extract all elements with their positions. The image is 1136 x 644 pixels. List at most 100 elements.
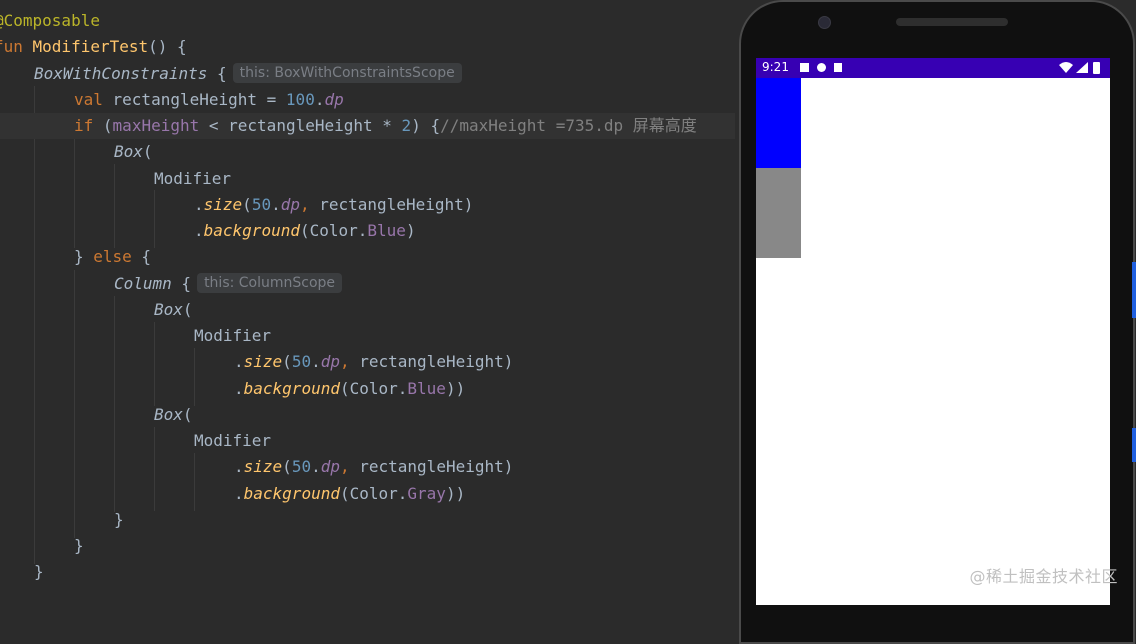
- code-line-5-current[interactable]: if (maxHeight < rectangleHeight * 2) {//…: [0, 113, 735, 139]
- property-token: Blue: [407, 379, 446, 398]
- code-token: (: [242, 195, 252, 214]
- number-token: 50: [291, 457, 312, 476]
- number-token: 2: [401, 116, 412, 135]
- code-line-22[interactable]: }: [34, 559, 44, 585]
- code-line-12[interactable]: Box(: [154, 297, 193, 323]
- front-camera: [818, 16, 831, 29]
- code-line-15[interactable]: .background(Color.Blue)): [234, 376, 465, 402]
- punctuation-token: ,: [339, 457, 360, 476]
- keyword-token: else: [93, 247, 132, 266]
- blue-box: [756, 78, 801, 168]
- status-bar: 9:21: [756, 58, 1110, 78]
- status-time: 9:21: [762, 60, 789, 74]
- indent-guide: [74, 138, 75, 248]
- status-icons-right: [1058, 61, 1104, 75]
- code-token: (: [282, 352, 292, 371]
- code-line-21[interactable]: }: [74, 533, 84, 559]
- code-token: }: [74, 536, 84, 555]
- code-token: < rectangleHeight *: [199, 116, 402, 135]
- code-line-17[interactable]: Modifier: [194, 428, 271, 454]
- code-line-9[interactable]: .background(Color.Blue): [194, 218, 416, 244]
- code-token: Modifier: [194, 326, 272, 345]
- composable-call-token: Box: [114, 142, 143, 161]
- property-token: Gray: [407, 484, 446, 503]
- code-token: Modifier: [154, 169, 232, 188]
- code-line-8[interactable]: .size(50.dp, rectangleHeight): [194, 192, 473, 218]
- code-token: (: [142, 142, 153, 161]
- code-token: .: [194, 195, 204, 214]
- code-line-6[interactable]: Box(: [114, 139, 153, 165]
- annotation-token: @Composable: [0, 11, 100, 30]
- keyword-token: if: [74, 116, 103, 135]
- unit-token: dp: [324, 90, 344, 109]
- indent-guide: [194, 348, 195, 406]
- code-token: rectangleHeight): [359, 457, 514, 476]
- extension-call-token: background: [243, 379, 340, 398]
- keyword-token: fun: [0, 37, 23, 56]
- gray-box: [756, 168, 801, 258]
- code-token: .: [271, 195, 281, 214]
- code-line-2[interactable]: fun ModifierTest() {: [0, 34, 187, 60]
- code-line-7[interactable]: Modifier: [154, 166, 231, 192]
- extension-call-token: background: [203, 221, 300, 240]
- composable-call-token: BoxWithConstraints: [34, 64, 208, 83]
- extension-call-token: size: [243, 457, 283, 476]
- code-token: Modifier: [194, 431, 272, 450]
- power-button[interactable]: [1132, 262, 1136, 318]
- code-line-18[interactable]: .size(50.dp, rectangleHeight): [234, 454, 513, 480]
- code-line-11[interactable]: Column { this: ColumnScope: [114, 271, 343, 297]
- composable-call-token: Box: [154, 300, 183, 319]
- code-line-14[interactable]: .size(50.dp, rectangleHeight): [234, 349, 513, 375]
- code-token: {: [171, 274, 192, 293]
- code-token: .: [234, 379, 244, 398]
- code-token: )): [445, 379, 466, 398]
- code-line-16[interactable]: Box(: [154, 402, 193, 428]
- code-token: (Color.: [339, 379, 408, 398]
- code-token: rectangleHeight): [319, 195, 474, 214]
- indent-guide: [154, 427, 155, 511]
- watermark: @稀土掘金技术社区: [969, 567, 1118, 586]
- function-name-token: ModifierTest: [32, 37, 149, 56]
- code-editor[interactable]: @Composable fun ModifierTest() { BoxWith…: [0, 0, 735, 605]
- indent-guide: [194, 453, 195, 511]
- punctuation-token: ,: [299, 195, 320, 214]
- device-screen[interactable]: 9:21: [756, 58, 1110, 605]
- code-token: {: [131, 247, 152, 266]
- code-token: rectangleHeight): [359, 352, 514, 371]
- composable-call-token: Column: [114, 274, 172, 293]
- number-token: 100: [285, 90, 315, 109]
- unit-token: dp: [280, 195, 300, 214]
- code-line-13[interactable]: Modifier: [194, 323, 271, 349]
- code-line-4[interactable]: val rectangleHeight = 100.dp: [74, 87, 344, 113]
- number-token: 50: [291, 352, 312, 371]
- notification-a-icon: [800, 63, 809, 72]
- punctuation-token: ,: [339, 352, 360, 371]
- code-token: (: [102, 116, 113, 135]
- code-line-1[interactable]: @Composable: [0, 8, 100, 34]
- code-token: }: [74, 247, 94, 266]
- code-token: {: [207, 64, 227, 83]
- scope-inlay-hint: this: ColumnScope: [197, 273, 343, 293]
- emulator-phone: 9:21 @稀土掘金技术社区: [735, 0, 1136, 644]
- location-icon: [817, 63, 826, 72]
- code-token: (Color.: [339, 484, 408, 503]
- keyword-token: val: [74, 90, 113, 109]
- volume-button[interactable]: [1132, 428, 1136, 462]
- code-token: (: [282, 457, 292, 476]
- code-token: (Color.: [299, 221, 368, 240]
- code-line-10[interactable]: } else {: [74, 244, 151, 270]
- unit-token: dp: [320, 352, 340, 371]
- code-token: () {: [148, 37, 187, 56]
- indent-guide: [114, 164, 115, 248]
- indent-guide: [74, 270, 75, 538]
- unit-token: dp: [320, 457, 340, 476]
- wifi-signal-battery-icons: [1059, 62, 1100, 74]
- code-token: )): [445, 484, 466, 503]
- code-token: .: [311, 457, 321, 476]
- code-line-19[interactable]: .background(Color.Gray)): [234, 481, 465, 507]
- indent-guide: [114, 296, 115, 512]
- code-token: rectangleHeight =: [112, 90, 286, 109]
- code-token: ): [405, 221, 416, 240]
- code-line-3[interactable]: BoxWithConstraints {this: BoxWithConstra…: [34, 61, 462, 87]
- code-line-20[interactable]: }: [114, 507, 124, 533]
